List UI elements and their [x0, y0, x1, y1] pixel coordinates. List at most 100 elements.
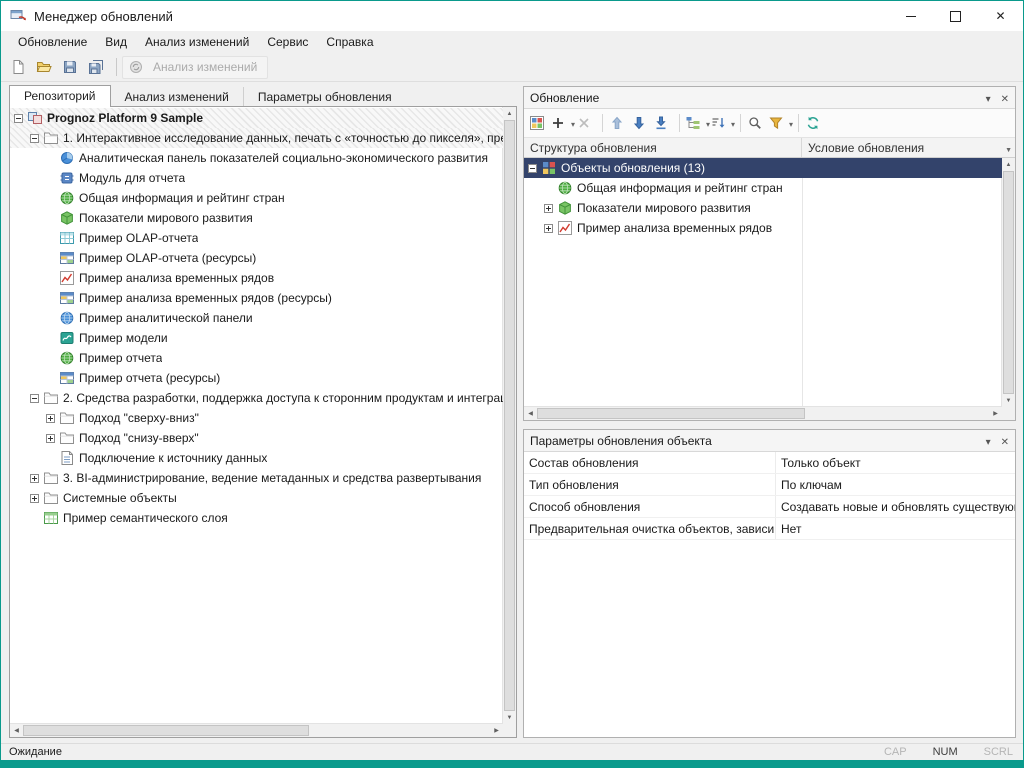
tree-item-label: Пример анализа временных рядов — [79, 271, 274, 285]
panel-close-button[interactable] — [1001, 434, 1009, 448]
expander-spacer — [46, 254, 55, 263]
scroll-up-button[interactable] — [503, 107, 516, 120]
column-filter-icon[interactable] — [1005, 141, 1012, 155]
parameter-value[interactable]: Только объект — [776, 452, 1015, 473]
move-to-bottom-button[interactable] — [652, 112, 674, 134]
search-button[interactable] — [746, 112, 768, 134]
horizontal-scrollbar[interactable] — [524, 406, 1002, 420]
maximize-button[interactable] — [933, 1, 978, 31]
tree-item[interactable]: Пример аналитической панели — [10, 308, 503, 328]
tree-item-label: 3. BI-администрирование, ведение метадан… — [63, 471, 481, 485]
tree-item[interactable]: Пример отчета (ресурсы) — [10, 368, 503, 388]
horizontal-scrollbar[interactable] — [10, 723, 503, 737]
tree-item[interactable]: Показатели мирового развития — [10, 208, 503, 228]
close-button[interactable] — [978, 1, 1023, 31]
tree-item[interactable]: Общая информация и рейтинг стран — [10, 188, 503, 208]
expand-expander[interactable] — [30, 474, 39, 483]
tree-item[interactable]: Пример отчета — [10, 348, 503, 368]
tab-change-analysis[interactable]: Анализ изменений — [111, 87, 243, 107]
tab-repository[interactable]: Репозиторий — [9, 85, 111, 107]
expand-expander[interactable] — [544, 204, 553, 213]
tree-item[interactable]: Объекты обновления (13) — [524, 158, 1002, 178]
menu-item-update[interactable]: Обновление — [9, 31, 96, 53]
parameter-value[interactable]: Создавать новые и обновлять существующие — [776, 496, 1015, 517]
scroll-up-button[interactable] — [1002, 158, 1015, 171]
menu-item-change-analysis[interactable]: Анализ изменений — [136, 31, 258, 53]
scroll-thumb[interactable] — [504, 120, 515, 711]
tree-item[interactable]: Подход "снизу-вверх" — [10, 428, 503, 448]
parameter-row[interactable]: Состав обновленияТолько объект — [524, 452, 1015, 474]
sort-button[interactable] — [710, 112, 735, 134]
menu-item-help[interactable]: Справка — [317, 31, 382, 53]
horizontal-splitter[interactable] — [523, 421, 1016, 429]
tree-item[interactable]: Подход "сверху-вниз" — [10, 408, 503, 428]
column-header-condition[interactable]: Условие обновления — [802, 138, 1015, 157]
scroll-thumb[interactable] — [1003, 171, 1014, 394]
tree-item[interactable]: Пример анализа временных рядов — [524, 218, 1002, 238]
scroll-thumb[interactable] — [23, 725, 309, 736]
analysis-button-label: Анализ изменений — [153, 60, 257, 74]
tree-item[interactable]: Системные объекты — [10, 488, 503, 508]
filter-button[interactable] — [768, 112, 793, 134]
menu-item-service[interactable]: Сервис — [258, 31, 317, 53]
parameter-value[interactable]: Нет — [776, 518, 1015, 539]
parameter-row[interactable]: Тип обновленияПо ключам — [524, 474, 1015, 496]
column-header-structure[interactable]: Структура обновления — [524, 138, 802, 157]
tree-item[interactable]: Пример модели — [10, 328, 503, 348]
tree-item[interactable]: 3. BI-администрирование, ведение метадан… — [10, 468, 503, 488]
vertical-scrollbar[interactable] — [502, 107, 516, 724]
tree-item[interactable]: Общая информация и рейтинг стран — [524, 178, 1002, 198]
tree-item[interactable]: Модуль для отчета — [10, 168, 503, 188]
collapse-expander[interactable] — [30, 394, 39, 403]
panel-menu-button[interactable] — [986, 434, 991, 448]
tree-item[interactable]: Пример OLAP-отчета (ресурсы) — [10, 248, 503, 268]
delete-object-button[interactable] — [575, 112, 597, 134]
analysis-button[interactable]: Анализ изменений — [122, 56, 268, 79]
tree-item[interactable]: Подключение к источнику данных — [10, 448, 503, 468]
scroll-right-button[interactable] — [490, 724, 503, 737]
tree-item[interactable]: 1. Интерактивное исследование данных, пе… — [10, 128, 503, 148]
expand-expander[interactable] — [46, 414, 55, 423]
move-down-button[interactable] — [630, 112, 652, 134]
save-button[interactable] — [59, 56, 85, 79]
expander-spacer — [46, 274, 55, 283]
tree-item[interactable]: Пример OLAP-отчета — [10, 228, 503, 248]
scroll-right-button[interactable] — [989, 407, 1002, 420]
vertical-scrollbar[interactable] — [1001, 158, 1015, 407]
tab-update-parameters[interactable]: Параметры обновления — [243, 87, 406, 107]
add-object-button[interactable] — [550, 112, 575, 134]
scroll-left-button[interactable] — [524, 407, 537, 420]
collapse-expander[interactable] — [30, 134, 39, 143]
parameter-row[interactable]: Способ обновленияСоздавать новые и обнов… — [524, 496, 1015, 518]
analysis-icon — [128, 59, 144, 75]
collapse-expander[interactable] — [14, 114, 23, 123]
move-up-button[interactable] — [608, 112, 630, 134]
tree-item[interactable]: Пример семантического слоя — [10, 508, 503, 528]
menu-item-view[interactable]: Вид — [96, 31, 136, 53]
new-button[interactable] — [7, 56, 33, 79]
tree-item[interactable]: Пример анализа временных рядов (ресурсы) — [10, 288, 503, 308]
expand-expander[interactable] — [544, 224, 553, 233]
parameter-value[interactable]: По ключам — [776, 474, 1015, 495]
minimize-button[interactable] — [888, 1, 933, 31]
scroll-down-button[interactable] — [1002, 394, 1015, 407]
tree-item[interactable]: 2. Средства разработки, поддержка доступ… — [10, 388, 503, 408]
tree-item[interactable]: Пример анализа временных рядов — [10, 268, 503, 288]
panel-close-button[interactable] — [1001, 91, 1009, 105]
expand-expander[interactable] — [46, 434, 55, 443]
expand-expander[interactable] — [30, 494, 39, 503]
collapse-expander[interactable] — [528, 164, 537, 173]
scroll-left-button[interactable] — [10, 724, 23, 737]
save-all-button[interactable] — [85, 56, 111, 79]
open-button[interactable] — [33, 56, 59, 79]
tree-item[interactable]: Показатели мирового развития — [524, 198, 1002, 218]
scroll-down-button[interactable] — [503, 711, 516, 724]
tree-item[interactable]: Аналитическая панель показателей социаль… — [10, 148, 503, 168]
select-update-objects-button[interactable] — [528, 112, 550, 134]
panel-menu-button[interactable] — [986, 91, 991, 105]
parameter-row[interactable]: Предварительная очистка объектов, зависи… — [524, 518, 1015, 540]
scroll-thumb[interactable] — [537, 408, 805, 419]
refresh-button[interactable] — [804, 112, 826, 134]
tree-view-button[interactable] — [685, 112, 710, 134]
tree-item[interactable]: Prognoz Platform 9 Sample — [10, 108, 503, 128]
